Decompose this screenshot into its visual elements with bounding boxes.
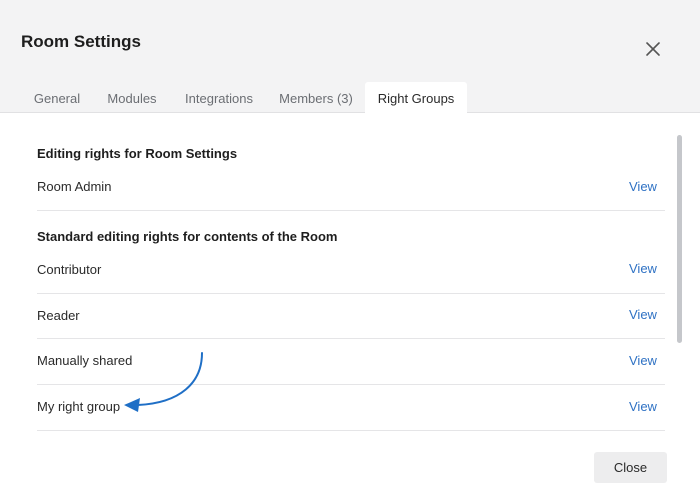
- room-settings-dialog: Room Settings General Modules Integratio…: [0, 0, 700, 494]
- close-x-icon[interactable]: [642, 38, 664, 60]
- section-title-room-settings-rights: Editing rights for Room Settings: [37, 146, 238, 161]
- row-label-room-admin: Room Admin: [37, 179, 112, 194]
- curved-arrow-icon: [124, 352, 203, 412]
- tab-right-groups[interactable]: Right Groups: [365, 82, 467, 114]
- scrollbar-thumb[interactable]: [677, 135, 682, 343]
- row-label-reader: Reader: [37, 308, 80, 323]
- view-link-manually-shared[interactable]: View: [629, 353, 657, 368]
- view-link-room-admin[interactable]: View: [629, 179, 657, 194]
- divider: [37, 210, 665, 211]
- view-link-reader[interactable]: View: [629, 307, 657, 322]
- view-link-my-right-group[interactable]: View: [629, 399, 657, 414]
- view-link-contributor[interactable]: View: [629, 261, 657, 276]
- tab-general[interactable]: General: [20, 82, 94, 114]
- row-label-my-right-group: My right group: [37, 399, 121, 414]
- section-title-content-rights: Standard editing rights for contents of …: [37, 229, 338, 244]
- tab-integrations[interactable]: Integrations: [178, 82, 260, 114]
- row-label-contributor: Contributor: [37, 262, 102, 277]
- close-button[interactable]: Close: [594, 452, 667, 483]
- divider: [37, 430, 665, 431]
- tab-members[interactable]: Members (3): [275, 82, 357, 114]
- divider: [37, 293, 665, 294]
- dialog-header: Room Settings General Modules Integratio…: [0, 0, 700, 114]
- tab-modules[interactable]: Modules: [97, 82, 167, 114]
- divider: [37, 338, 665, 339]
- dialog-title: Room Settings: [21, 32, 141, 51]
